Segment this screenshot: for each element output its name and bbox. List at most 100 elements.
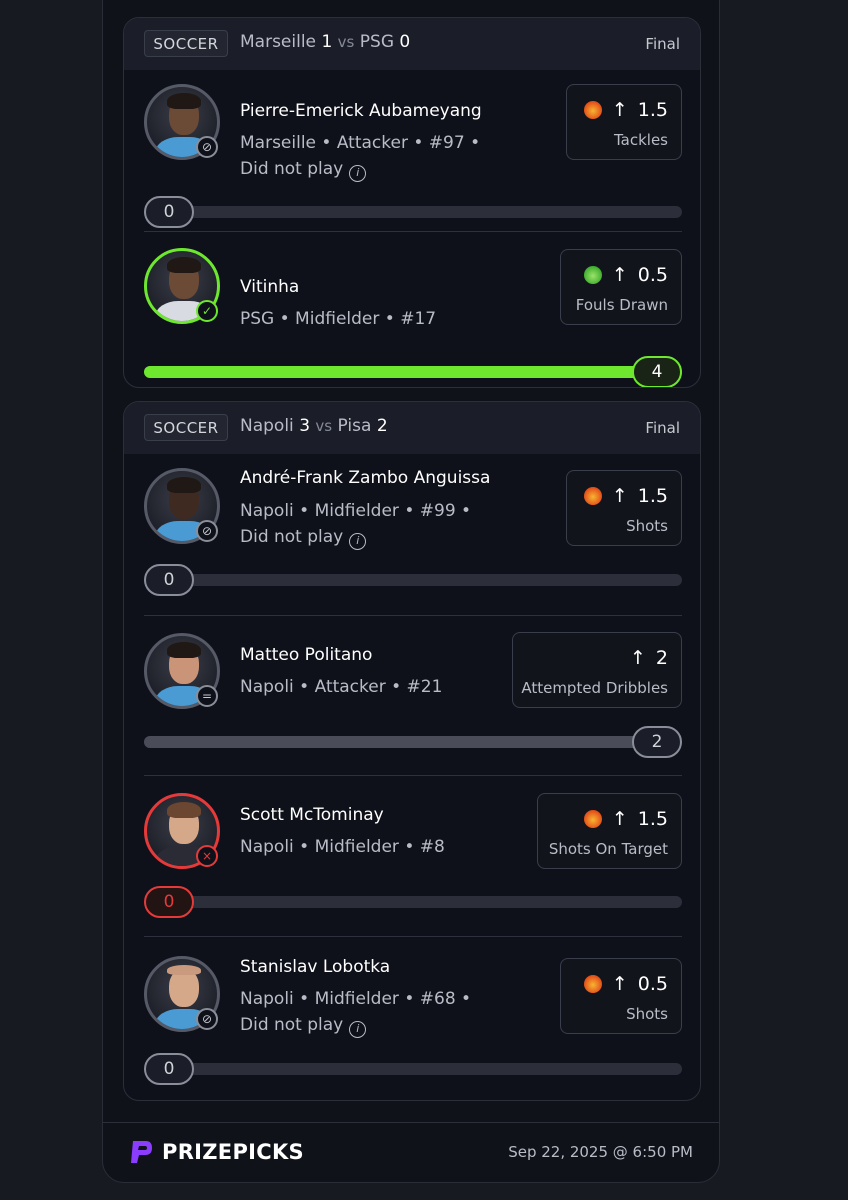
stat-type: Tackles xyxy=(613,131,668,149)
push-icon: = xyxy=(196,685,218,707)
player-row[interactable]: ⊘ Stanislav Lobotka Napoli • Midfielder … xyxy=(124,937,700,1100)
did-not-play-label: Did not play xyxy=(240,1015,344,1035)
projection-box[interactable]: ↑ 1.5 Shots On Target xyxy=(537,793,682,869)
vs-label: vs xyxy=(315,417,333,435)
timestamp: Sep 22, 2025 @ 6:50 PM xyxy=(508,1143,693,1161)
projection-box[interactable]: ↑ 2 Attempted Dribbles xyxy=(512,632,682,708)
player-note: Did not play i xyxy=(240,524,367,550)
player-info: Napoli • Attacker • #21 xyxy=(240,677,443,697)
player-name: Vitinha xyxy=(240,277,300,297)
sport-badge: SOCCER xyxy=(144,414,228,441)
did-not-play-label: Did not play xyxy=(240,527,344,547)
result-pill: 0 xyxy=(144,886,194,918)
stat-type: Shots xyxy=(626,517,668,535)
result-pill: 4 xyxy=(632,356,682,387)
home-score: 3 xyxy=(299,416,311,436)
player-info: Napoli • Midfielder • #8 xyxy=(240,837,445,857)
away-score: 2 xyxy=(376,416,388,436)
player-info: Napoli • Midfielder • #99 • xyxy=(240,501,472,521)
away-team: PSG xyxy=(359,32,394,52)
player-row[interactable]: ✓ Vitinha PSG • Midfielder • #17 ↑ 0.5 F… xyxy=(124,232,700,387)
arrow-up-icon: ↑ xyxy=(629,647,646,669)
player-name: Matteo Politano xyxy=(240,645,373,665)
demon-icon xyxy=(583,975,602,993)
arrow-up-icon: ↑ xyxy=(611,99,628,121)
check-icon: ✓ xyxy=(196,300,218,322)
stat-type: Fouls Drawn xyxy=(575,296,668,314)
match-card-marseille-psg: SOCCER Marseille 1 vs PSG 0 Final ⊘ Pier… xyxy=(123,17,701,388)
vs-label: vs xyxy=(337,33,355,51)
player-name: Pierre-Emerick Aubameyang xyxy=(240,101,482,121)
arrow-up-icon: ↑ xyxy=(611,808,628,830)
match-header: SOCCER Napoli 3 vs Pisa 2 Final xyxy=(124,402,700,454)
progress-bar: 0 xyxy=(144,1053,682,1085)
result-pill: 0 xyxy=(144,564,194,596)
progress-fill xyxy=(144,736,682,748)
player-info: Napoli • Midfielder • #68 • xyxy=(240,989,472,1009)
stat-type: Attempted Dribbles xyxy=(521,679,668,697)
progress-bar: 0 xyxy=(144,886,682,918)
prizepicks-logo-icon xyxy=(131,1141,152,1163)
projection-box[interactable]: ↑ 1.5 Shots xyxy=(566,470,682,546)
projection-box[interactable]: ↑ 0.5 Fouls Drawn xyxy=(560,249,682,325)
brand-logo: PRIZEPICKS xyxy=(130,1139,304,1165)
progress-fill xyxy=(144,366,682,378)
arrow-up-icon: ↑ xyxy=(611,485,628,507)
did-not-play-icon: ⊘ xyxy=(196,1008,218,1030)
match-header: SOCCER Marseille 1 vs PSG 0 Final xyxy=(124,18,700,70)
player-name: Scott McTominay xyxy=(240,805,384,825)
info-icon[interactable]: i xyxy=(349,532,367,550)
player-row[interactable]: ⊘ André-Frank Zambo Anguissa Napoli • Mi… xyxy=(124,454,700,616)
progress-bar: 4 xyxy=(144,356,682,387)
result-pill: 2 xyxy=(632,726,682,758)
result-pill: 0 xyxy=(144,1053,194,1085)
line-value: 1.5 xyxy=(637,808,668,830)
game-status: Final xyxy=(645,419,680,437)
line-value: 1.5 xyxy=(637,99,668,121)
stat-type: Shots xyxy=(626,1005,668,1023)
player-row[interactable]: = Matteo Politano Napoli • Attacker • #2… xyxy=(124,616,700,776)
matchup: Marseille 1 vs PSG 0 xyxy=(240,32,410,52)
progress-bar: 0 xyxy=(144,196,682,228)
home-team: Napoli xyxy=(240,416,294,436)
game-status: Final xyxy=(645,35,680,53)
matchup: Napoli 3 vs Pisa 2 xyxy=(240,416,388,436)
player-row[interactable]: × Scott McTominay Napoli • Midfielder • … xyxy=(124,776,700,936)
result-pill: 0 xyxy=(144,196,194,228)
loss-icon: × xyxy=(196,845,218,867)
player-note: Did not play i xyxy=(240,1012,367,1038)
player-name: André-Frank Zambo Anguissa xyxy=(240,468,491,488)
match-card-napoli-pisa: SOCCER Napoli 3 vs Pisa 2 Final ⊘ André-… xyxy=(123,401,701,1101)
sport-badge: SOCCER xyxy=(144,30,228,57)
brand-name: PRIZEPICKS xyxy=(162,1140,304,1164)
projection-box[interactable]: ↑ 1.5 Tackles xyxy=(566,84,682,160)
arrow-up-icon: ↑ xyxy=(611,973,628,995)
demon-icon xyxy=(583,487,602,505)
did-not-play-icon: ⊘ xyxy=(196,136,218,158)
player-info: PSG • Midfielder • #17 xyxy=(240,309,437,329)
did-not-play-icon: ⊘ xyxy=(196,520,218,542)
progress-bar: 2 xyxy=(144,726,682,758)
did-not-play-label: Did not play xyxy=(240,159,344,179)
player-row[interactable]: ⊘ Pierre-Emerick Aubameyang Marseille • … xyxy=(124,70,700,232)
demon-icon xyxy=(583,810,602,828)
away-score: 0 xyxy=(399,32,411,52)
goblin-icon xyxy=(583,266,602,284)
home-score: 1 xyxy=(321,32,333,52)
stat-type: Shots On Target xyxy=(548,840,668,858)
projection-box[interactable]: ↑ 0.5 Shots xyxy=(560,958,682,1034)
progress-bar: 0 xyxy=(144,564,682,596)
player-note: Did not play i xyxy=(240,156,367,182)
info-icon[interactable]: i xyxy=(349,1020,367,1038)
info-icon[interactable]: i xyxy=(349,164,367,182)
footer-divider xyxy=(103,1122,719,1123)
away-team: Pisa xyxy=(337,416,372,436)
demon-icon xyxy=(583,101,602,119)
arrow-up-icon: ↑ xyxy=(611,264,628,286)
player-name: Stanislav Lobotka xyxy=(240,957,391,977)
line-value: 0.5 xyxy=(637,973,668,995)
home-team: Marseille xyxy=(240,32,317,52)
line-value: 0.5 xyxy=(637,264,668,286)
line-value: 1.5 xyxy=(637,485,668,507)
player-info: Marseille • Attacker • #97 • xyxy=(240,133,481,153)
